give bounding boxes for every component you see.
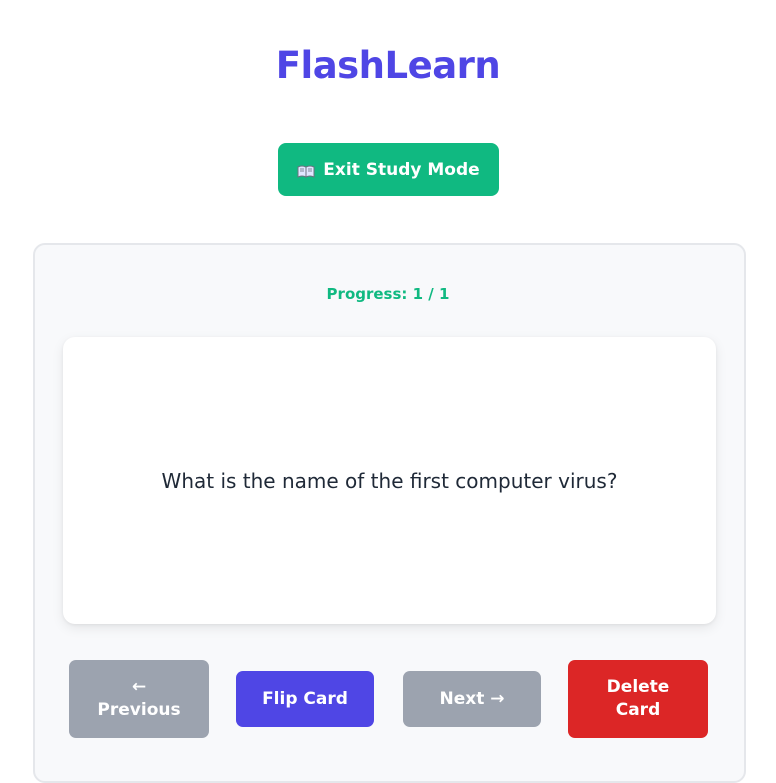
previous-button[interactable]: ← Previous: [69, 660, 209, 738]
next-button[interactable]: Next →: [403, 671, 541, 727]
previous-label: Previous: [97, 700, 181, 720]
delete-card-button[interactable]: Delete Card: [568, 660, 708, 738]
flip-card-label: Flip Card: [262, 688, 348, 709]
flashcard-question: What is the name of the first computer v…: [161, 468, 618, 493]
delete-label-line2: Card: [615, 700, 661, 720]
exit-study-mode-label: Exit Study Mode: [323, 159, 480, 180]
app-title: FlashLearn: [275, 44, 501, 87]
left-arrow-icon: ←: [131, 677, 147, 697]
flip-card-button[interactable]: Flip Card: [236, 671, 374, 727]
progress-indicator: Progress: 1 / 1: [326, 285, 450, 303]
delete-label-line1: Delete: [606, 677, 670, 697]
open-book-icon: [297, 163, 315, 178]
flashcard[interactable]: What is the name of the first computer v…: [63, 337, 716, 624]
exit-study-mode-button[interactable]: Exit Study Mode: [278, 143, 499, 196]
next-label: Next →: [439, 688, 505, 709]
